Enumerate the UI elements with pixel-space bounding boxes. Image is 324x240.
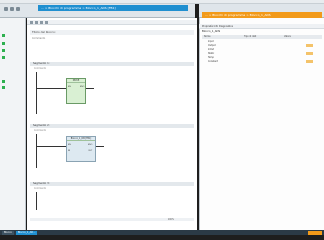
table-row[interactable]: Output [202, 44, 322, 48]
table-row[interactable]: Input [202, 40, 322, 44]
tree-item[interactable] [2, 56, 6, 59]
status-badge [306, 44, 313, 47]
taskbar-item[interactable]: Blocco [2, 230, 14, 235]
column-value: Valore [284, 35, 291, 38]
pin-eno: ENO [80, 86, 85, 88]
move-function-box[interactable]: MOVE [66, 78, 86, 104]
branch-icon[interactable] [45, 20, 48, 24]
insert-coil-icon[interactable] [35, 20, 38, 24]
redo-icon[interactable] [16, 7, 20, 11]
wire [96, 146, 104, 147]
block-comment[interactable]: Commento [30, 37, 194, 41]
function-box-title: MOVE [67, 79, 85, 83]
function-box-title: Blocco_1_DB [FB1] [67, 137, 95, 141]
breadcrumb[interactable]: ... > Blocchi di programma > Blocco_1_AD… [38, 5, 188, 11]
status-ok-icon [2, 34, 5, 37]
status-ok-icon [2, 56, 5, 59]
save-icon[interactable] [4, 7, 8, 11]
interface-table-header: Nome Tipo di dati Valore [202, 35, 322, 39]
table-row[interactable]: Temp [202, 56, 322, 60]
editor-toolbar-icons [4, 7, 20, 11]
power-rail [36, 192, 37, 210]
taskbar-item-active[interactable]: Blocco_1_AD... [15, 230, 38, 235]
status-ok-icon [2, 86, 5, 89]
tree-item[interactable] [2, 49, 6, 52]
status-ok-icon [2, 42, 5, 45]
status-ok-icon [2, 80, 5, 83]
power-rail [36, 72, 37, 114]
fb-call-box[interactable]: Blocco_1_DB [FB1] [66, 136, 96, 162]
editor-toolbar [27, 20, 197, 25]
power-rail [36, 134, 37, 168]
tree-item[interactable] [2, 42, 6, 45]
project-tree [0, 18, 26, 230]
segment-1-comment[interactable]: Commento [34, 67, 184, 70]
tree-item[interactable] [2, 34, 6, 37]
insert-box-icon[interactable] [40, 20, 43, 24]
segment-3-header[interactable]: Segmento 3: [30, 182, 194, 186]
taskbar: Blocco Blocco_1_AD... [0, 230, 324, 235]
wire [86, 88, 94, 89]
interface-title: Blocco_1_ADS [202, 30, 221, 33]
table-row[interactable]: InOut [202, 48, 322, 52]
taskbar-notification[interactable] [308, 230, 322, 235]
tree-item[interactable] [2, 80, 6, 83]
status-badge [306, 52, 313, 55]
table-row[interactable]: Constant [202, 60, 322, 64]
status-ok-icon [2, 49, 5, 52]
segment-2-comment[interactable]: Commento [34, 129, 184, 132]
pin-en: EN [68, 144, 71, 146]
tree-item[interactable] [2, 86, 6, 89]
pin-out: OUT [88, 150, 93, 152]
wire [36, 88, 66, 89]
block-title[interactable]: Titolo del blocco: [30, 30, 194, 35]
zoom-level[interactable]: 100% [30, 218, 194, 221]
column-type: Tipo di dati [244, 35, 257, 38]
column-name: Nome [204, 35, 211, 38]
undo-icon[interactable] [10, 7, 14, 11]
insert-contact-icon[interactable] [30, 20, 33, 24]
segment-1-header[interactable]: Segmento 1: [30, 62, 194, 66]
interface-tabs[interactable]: Proprietà Info Diagnostica [199, 24, 324, 29]
table-row[interactable]: Static [202, 52, 322, 56]
status-badge [306, 60, 313, 63]
segment-3-comment[interactable]: Commento [34, 187, 184, 190]
pin-en: EN [68, 86, 71, 88]
pin-eno: ENO [88, 144, 93, 146]
wire [36, 146, 66, 147]
pin-in: IN [68, 150, 71, 152]
segment-2-header[interactable]: Segmento 2: [30, 124, 194, 128]
